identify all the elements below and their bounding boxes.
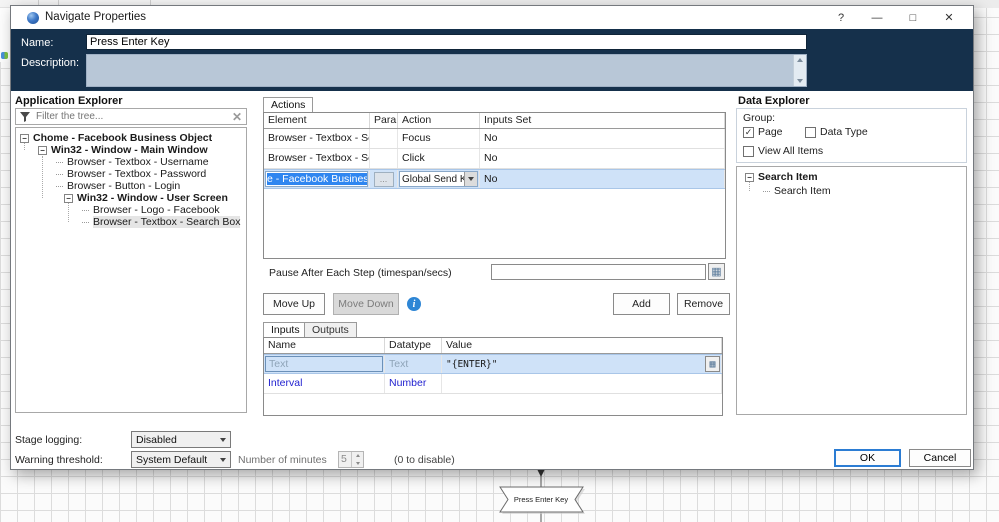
maximize-button[interactable]: □ [895, 6, 931, 29]
move-up-button[interactable]: Move Up [263, 293, 325, 315]
tab-outputs[interactable]: Outputs [304, 322, 357, 338]
group-label: Group: [743, 112, 775, 124]
ok-button[interactable]: OK [834, 449, 901, 467]
tree-item-password[interactable]: Browser - Textbox - Password [16, 168, 246, 180]
checkbox-icon[interactable] [805, 127, 816, 138]
tree-item-logo-facebook[interactable]: Browser - Logo - Facebook [16, 204, 246, 216]
column-header-value: Value [442, 338, 722, 353]
action-row[interactable]: Browser - Textbox - Searc... Click No [264, 149, 725, 169]
minimize-button[interactable]: — [859, 6, 895, 29]
dialog-title: Navigate Properties [45, 11, 146, 23]
remove-button[interactable]: Remove [677, 293, 730, 315]
background-app-icon [1, 52, 8, 59]
filter-funnel-icon [20, 112, 30, 122]
tree-item-root[interactable]: − Chome - Facebook Business Object [16, 132, 246, 144]
application-tree: − Chome - Facebook Business Object − Win… [15, 127, 247, 413]
help-button[interactable]: ? [823, 6, 859, 29]
expression-calculator-icon[interactable]: ▦ [705, 356, 720, 372]
tree-item-search-item[interactable]: Search Item [737, 185, 966, 197]
flow-node-label: Press Enter Key [514, 495, 568, 504]
warning-threshold-label: Warning threshold: [15, 454, 103, 466]
add-button[interactable]: Add [613, 293, 670, 315]
title-bar: Navigate Properties ? — □ ✕ [11, 6, 973, 29]
data-explorer-title: Data Explorer [738, 95, 810, 107]
spinner-arrows[interactable] [351, 452, 363, 467]
input-row-text[interactable]: Text Text "{ENTER}" ▦ [264, 354, 722, 374]
tree-item-user-screen[interactable]: − Win32 - Window - User Screen [16, 192, 246, 204]
spin-down-icon[interactable] [352, 460, 363, 468]
actions-table-header: Element Para... Action Inputs Set [264, 113, 725, 129]
collapse-icon[interactable]: − [745, 173, 754, 182]
expression-calculator-icon[interactable]: ▦ [708, 263, 725, 280]
description-label: Description: [21, 57, 79, 69]
collapse-icon[interactable]: − [38, 146, 47, 155]
cancel-button[interactable]: Cancel [909, 449, 971, 467]
stage-logging-label: Stage logging: [15, 434, 82, 446]
filter-input[interactable] [34, 110, 232, 123]
tree-item-main-window[interactable]: − Win32 - Window - Main Window [16, 144, 246, 156]
checkbox-data-type[interactable]: Data Type [805, 126, 868, 138]
actions-table: Element Para... Action Inputs Set Browse… [263, 112, 726, 259]
application-explorer-title: Application Explorer [15, 95, 123, 107]
name-input[interactable] [86, 34, 807, 50]
column-header-name: Name [264, 338, 385, 353]
data-items-tree: − Search Item Search Item [736, 166, 967, 415]
description-scrollbar[interactable] [793, 55, 806, 86]
column-header-element: Element [264, 113, 370, 128]
column-header-datatype: Datatype [385, 338, 442, 353]
pause-input[interactable] [491, 264, 706, 280]
params-ellipsis-button[interactable]: ... [374, 172, 394, 187]
chevron-down-icon [216, 438, 230, 442]
action-row[interactable]: Browser - Textbox - Searc... Focus No [264, 129, 725, 149]
warning-threshold-dropdown[interactable]: System Default [131, 451, 231, 468]
tree-item-login[interactable]: Browser - Button - Login [16, 180, 246, 192]
tree-item-search-item-group[interactable]: − Search Item [737, 171, 966, 183]
checkbox-icon[interactable]: ✓ [743, 127, 754, 138]
stage-logging-dropdown[interactable]: Disabled [131, 431, 231, 448]
scroll-up-icon[interactable] [797, 58, 803, 62]
pause-label: Pause After Each Step (timespan/secs) [269, 267, 452, 279]
name-label: Name: [21, 37, 53, 49]
info-icon: i [407, 297, 421, 311]
checkbox-view-all-items[interactable]: View All Items [743, 145, 823, 157]
header-band: Name: Description: [11, 29, 973, 91]
element-edit-cell[interactable]: e - Facebook Business Object [265, 171, 368, 187]
chevron-down-icon [216, 458, 230, 462]
input-row-interval[interactable]: Interval Number [264, 374, 722, 394]
close-button[interactable]: ✕ [931, 6, 967, 29]
blueprism-logo-icon [27, 12, 39, 24]
scroll-down-icon[interactable] [797, 79, 803, 83]
column-header-params: Para... [370, 113, 398, 128]
minutes-label: Number of minutes [238, 454, 327, 466]
spin-up-icon[interactable] [352, 452, 363, 460]
description-textarea[interactable] [86, 54, 807, 87]
input-value[interactable]: "{ENTER}" [446, 359, 497, 370]
checkbox-page[interactable]: ✓ Page [743, 126, 783, 138]
checkbox-icon[interactable] [743, 146, 754, 157]
collapse-icon[interactable]: − [20, 134, 29, 143]
input-name-cell[interactable]: Text [265, 356, 383, 372]
column-header-action: Action [398, 113, 480, 128]
navigate-properties-dialog: Navigate Properties ? — □ ✕ Name: Descri… [10, 5, 974, 470]
move-down-button[interactable]: Move Down [333, 293, 399, 315]
action-row-selected[interactable]: e - Facebook Business Object ... Global … [264, 169, 725, 189]
inputs-table-header: Name Datatype Value [264, 338, 722, 354]
background-app-edge [0, 8, 10, 62]
tree-filter: ✕ [15, 108, 247, 125]
column-header-inputs-set: Inputs Set [480, 113, 725, 128]
chevron-down-icon[interactable] [464, 172, 477, 186]
tab-inputs[interactable]: Inputs [263, 322, 308, 338]
action-dropdown[interactable]: Global Send Ke [399, 171, 478, 187]
window-controls: ? — □ ✕ [823, 6, 967, 29]
minutes-spinner[interactable]: 5 [338, 451, 364, 468]
tree-item-search-box[interactable]: Browser - Textbox - Search Box [16, 216, 246, 228]
flow-arrowhead-icon [537, 469, 545, 477]
group-options: Group: ✓ Page Data Type View All Items [736, 108, 967, 163]
minutes-hint: (0 to disable) [394, 454, 455, 466]
tree-item-username[interactable]: Browser - Textbox - Username [16, 156, 246, 168]
actions-tab[interactable]: Actions [263, 97, 313, 113]
collapse-icon[interactable]: − [64, 194, 73, 203]
inputs-table: Name Datatype Value Text Text "{ENTER}" … [263, 337, 723, 416]
clear-filter-icon[interactable]: ✕ [232, 110, 242, 124]
